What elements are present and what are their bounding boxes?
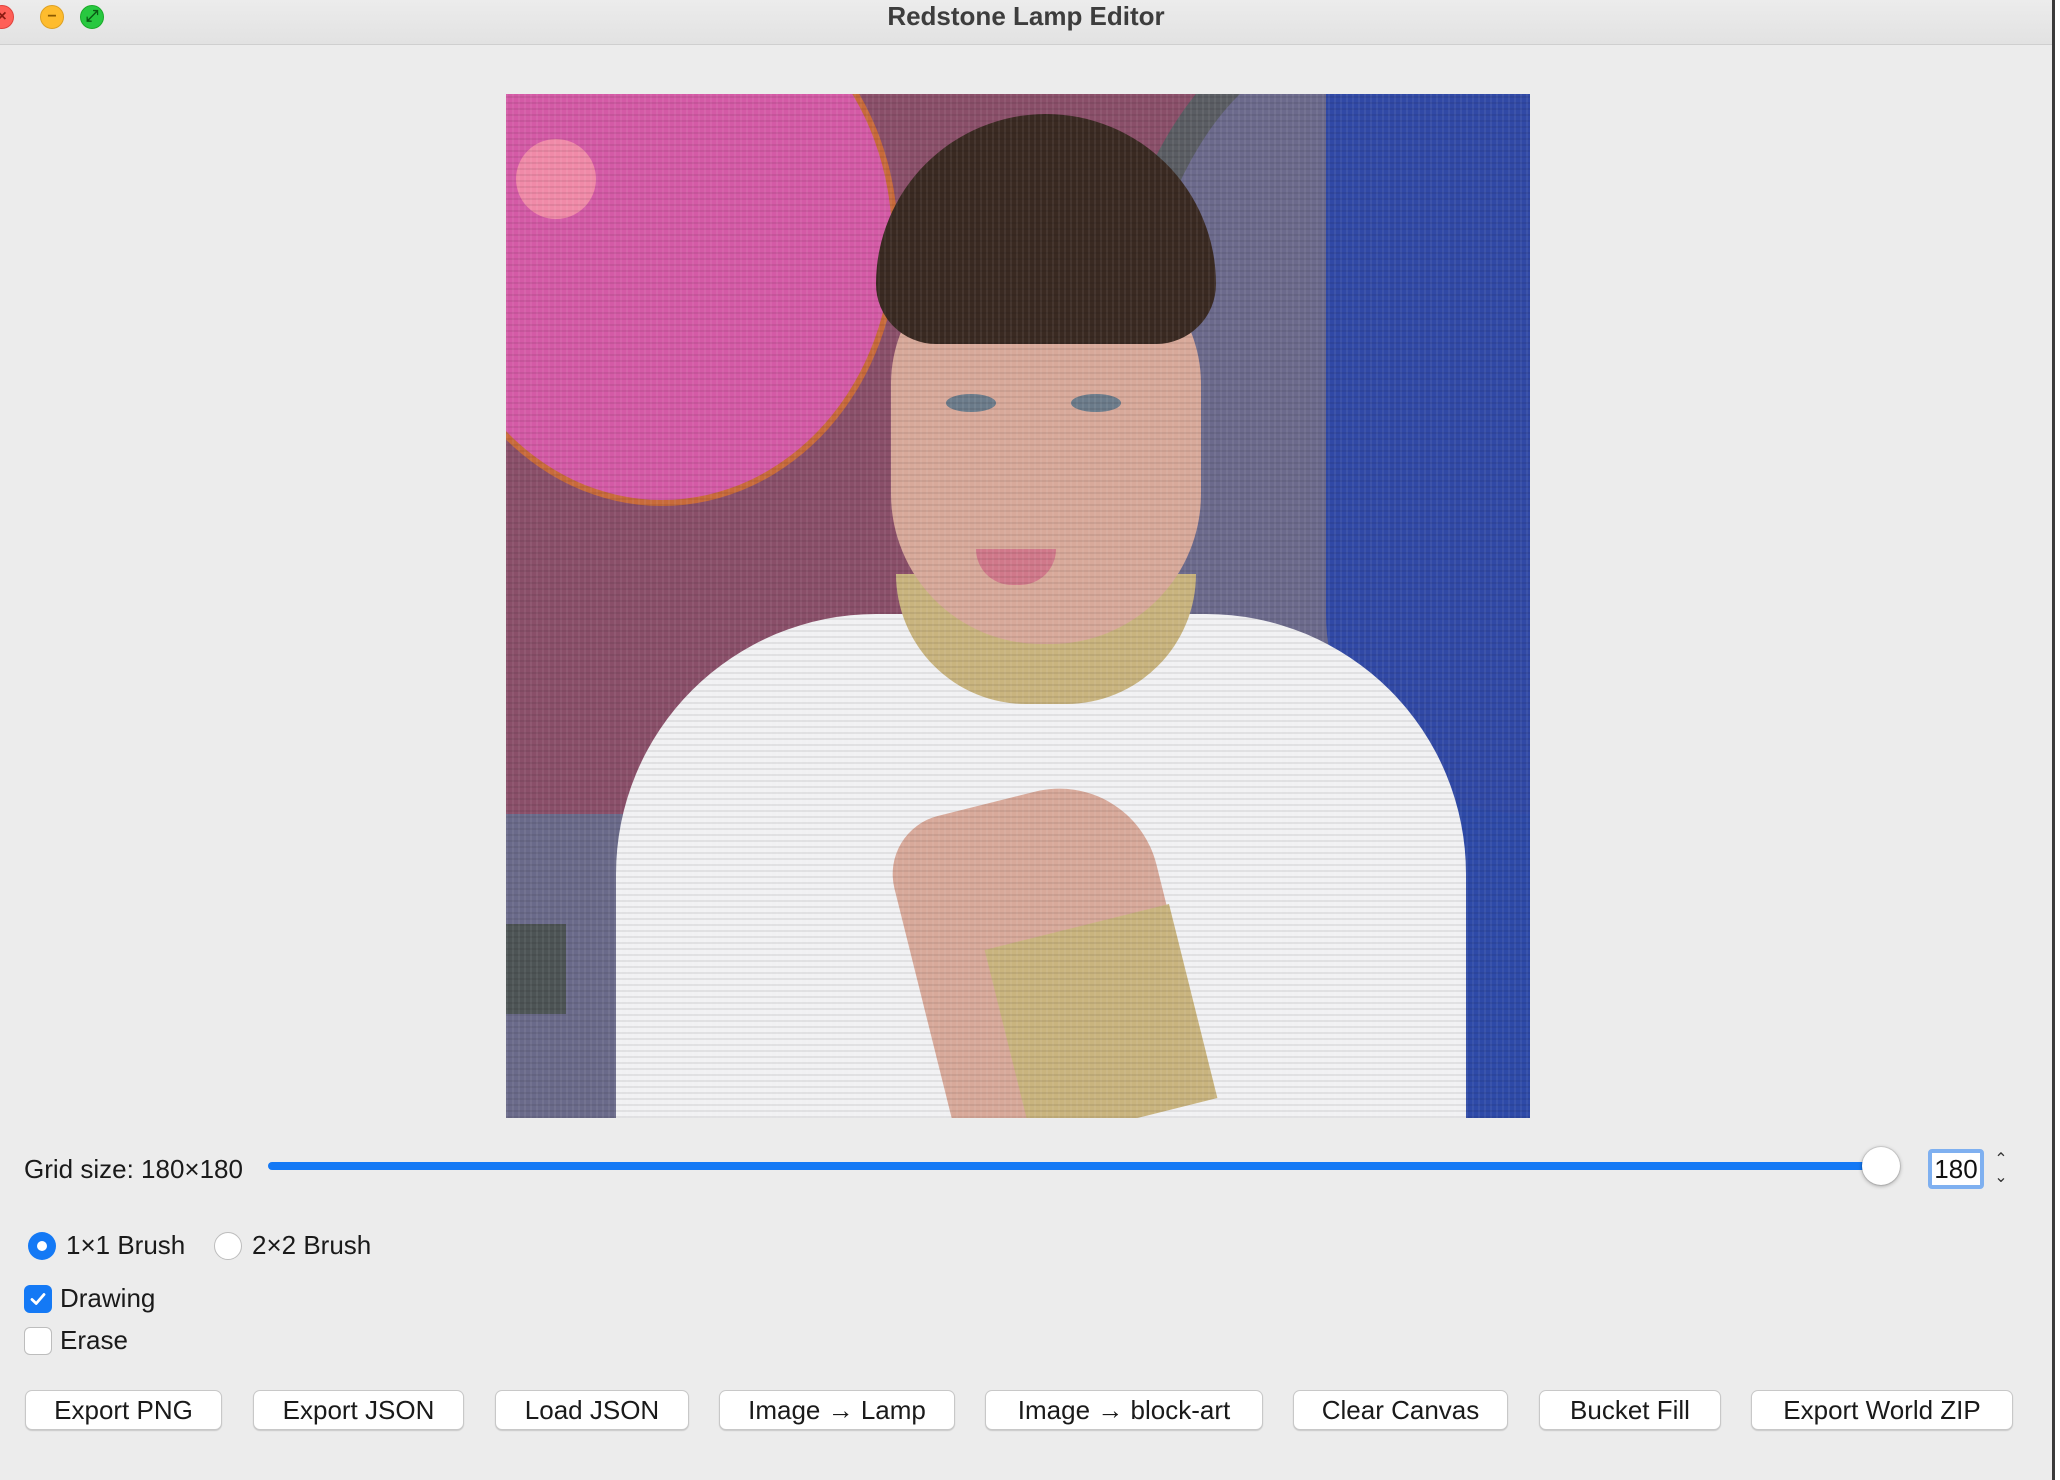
erase-checkbox[interactable] <box>24 1327 52 1355</box>
chevron-up-icon[interactable]: ⌃ <box>1994 1151 2007 1169</box>
app-window: × − ⤢ Redstone Lamp Editor Grid size: 18… <box>0 0 2055 1480</box>
drawing-label: Drawing <box>60 1283 156 1313</box>
export-png-button[interactable]: Export PNG <box>25 1390 222 1430</box>
grid-size-stepper[interactable]: ⌃ ⌄ <box>1990 1149 2012 1189</box>
grid-size-label: Grid size: 180×180 <box>24 1154 243 1184</box>
erase-label: Erase <box>60 1325 128 1355</box>
export-world-zip-button[interactable]: Export World ZIP <box>1751 1390 2013 1430</box>
radio-2x2-label: 2×2 Brush <box>252 1230 372 1260</box>
drawing-checkbox[interactable] <box>24 1285 52 1313</box>
load-json-button[interactable]: Load JSON <box>495 1390 689 1430</box>
radio-1x1-label: 1×1 Brush <box>66 1230 186 1260</box>
bucket-fill-button[interactable]: Bucket Fill <box>1539 1390 1721 1430</box>
image-to-block-art-button[interactable]: Image → block-art <box>985 1390 1263 1430</box>
window-title: Redstone Lamp Editor <box>887 1 1165 31</box>
drawing-canvas[interactable] <box>506 94 1530 1118</box>
slider-thumb[interactable] <box>1862 1147 1900 1185</box>
pixel-grid-texture <box>506 94 1530 1118</box>
title-bar: × − ⤢ Redstone Lamp Editor <box>0 0 2052 45</box>
radio-2x2-brush[interactable] <box>214 1232 242 1260</box>
image-to-lamp-button[interactable]: Image → Lamp <box>719 1390 955 1430</box>
checkmark-icon <box>30 1293 46 1305</box>
export-json-button[interactable]: Export JSON <box>253 1390 464 1430</box>
grid-size-slider[interactable] <box>268 1162 1888 1170</box>
grid-size-input[interactable]: 180 <box>1928 1149 1984 1189</box>
clear-canvas-button[interactable]: Clear Canvas <box>1293 1390 1508 1430</box>
chevron-down-icon[interactable]: ⌄ <box>1994 1169 2007 1187</box>
radio-1x1-brush[interactable] <box>28 1232 56 1260</box>
